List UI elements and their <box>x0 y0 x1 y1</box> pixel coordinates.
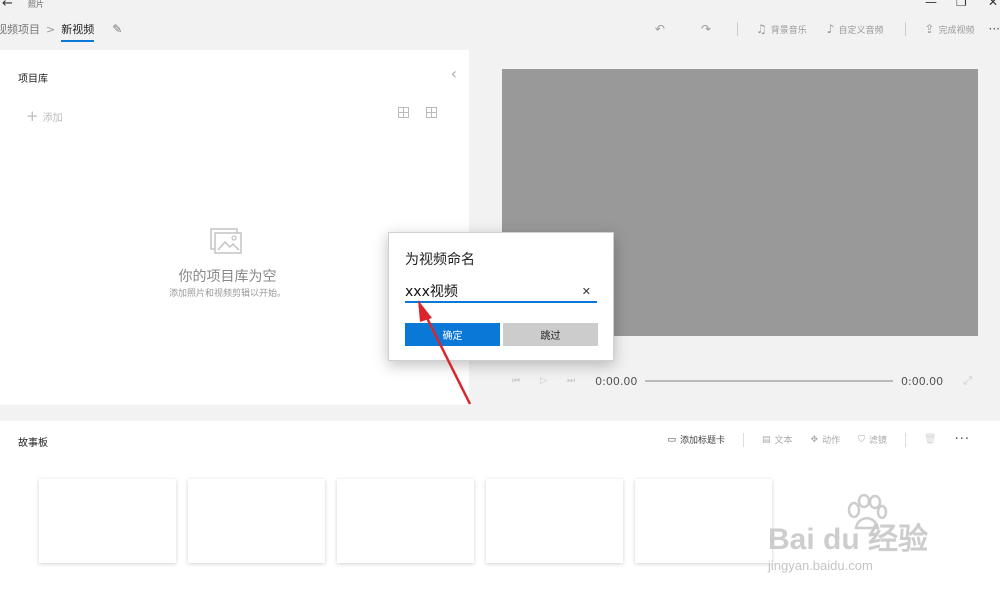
redo-icon: ↷ <box>700 22 711 36</box>
audio-icon: ♪ <box>826 22 835 36</box>
fullscreen-icon[interactable]: ⤢ <box>963 374 972 388</box>
custom-audio-button[interactable]: ♪ 自定义音频 <box>827 22 884 36</box>
toolbar-divider <box>743 432 745 447</box>
title-bar: ← 照片 — ❐ ✕ <box>0 0 1000 14</box>
playback-controls: ⏮ ▷ ⏭ 0:00.00 0:00.00 ⤢ <box>512 372 972 390</box>
storyboard-slot[interactable] <box>337 479 474 563</box>
top-toolbar: ↶ ↷ ♫ 背景音乐 ♪ 自定义音频 ⇪ 完成视频 ··· <box>655 20 1000 38</box>
finish-video-label: 完成视频 <box>938 25 975 36</box>
play-icon[interactable]: ▷ <box>540 376 547 386</box>
confirm-button[interactable]: 确定 <box>405 323 500 346</box>
trash-icon: 🗑 <box>923 434 937 445</box>
storyboard-more-button[interactable]: ··· <box>955 432 970 447</box>
app-title: 照片 <box>28 0 44 9</box>
empty-library-subtitle: 添加照片和视频剪辑以开始。 <box>168 289 286 299</box>
filter-icon: ⛉ <box>858 434 865 445</box>
current-time: 0:00.00 <box>595 374 638 388</box>
share-icon: ⇪ <box>924 22 935 36</box>
clear-icon[interactable]: ✕ <box>582 283 591 301</box>
breadcrumb-video-projects[interactable]: 视频项目 <box>0 21 40 37</box>
pencil-icon[interactable]: ✎ <box>112 22 122 36</box>
title-card-icon: ▭ <box>667 434 676 445</box>
redo-button[interactable]: ↷ <box>701 22 711 36</box>
rename-video-dialog: 为视频命名 xxx视频 ✕ 确定 跳过 <box>388 232 614 361</box>
video-name-input[interactable]: xxx视频 ✕ <box>405 283 597 303</box>
restore-icon[interactable]: ❐ <box>956 0 967 9</box>
text-label: 文本 <box>774 436 793 446</box>
back-icon[interactable]: ← <box>2 0 13 11</box>
delete-button[interactable]: 🗑 <box>924 434 937 445</box>
finish-video-button[interactable]: ⇪ 完成视频 <box>924 22 974 36</box>
add-media-button[interactable]: + 添加 <box>26 107 63 125</box>
custom-audio-label: 自定义音频 <box>838 25 884 36</box>
background-music-button[interactable]: ♫ 背景音乐 <box>756 22 807 36</box>
toolbar-divider <box>737 22 738 36</box>
add-label: 添加 <box>42 112 63 124</box>
total-time: 0:00.00 <box>900 374 944 388</box>
background-music-label: 背景音乐 <box>770 25 807 36</box>
dialog-title: 为视频命名 <box>405 252 475 268</box>
watermark-text: Bai du 经验 <box>768 523 929 556</box>
text-button[interactable]: ▤ 文本 <box>762 433 793 447</box>
motion-button[interactable]: ✥ 动作 <box>810 433 841 447</box>
video-name-value: xxx视频 <box>405 284 458 300</box>
plus-icon: + <box>26 107 39 125</box>
undo-icon: ↶ <box>654 22 665 36</box>
storyboard-title: 故事板 <box>18 438 48 449</box>
skip-button[interactable]: 跳过 <box>503 323 598 346</box>
more-options-button[interactable]: ··· <box>989 22 1000 36</box>
breadcrumb-current[interactable]: 新视频 <box>61 21 95 42</box>
seek-bar[interactable] <box>645 380 893 382</box>
add-title-card-button[interactable]: ▭ 添加标题卡 <box>667 433 726 447</box>
breadcrumb: 视频项目 > 新视频 ✎ <box>0 18 122 42</box>
motion-label: 动作 <box>822 436 841 446</box>
toolbar-divider <box>905 22 907 36</box>
image-placeholder-icon <box>210 228 242 254</box>
library-title: 项目库 <box>18 74 48 85</box>
storyboard-toolbar: ▭ 添加标题卡 ▤ 文本 ✥ 动作 ⛉ 滤镜 🗑 ··· <box>667 432 970 447</box>
next-frame-icon[interactable]: ⏭ <box>567 376 575 386</box>
breadcrumb-separator: > <box>46 22 56 36</box>
motion-icon: ✥ <box>810 434 819 445</box>
close-icon[interactable]: ✕ <box>988 0 998 9</box>
text-icon: ▤ <box>762 434 771 445</box>
music-icon: ♫ <box>756 22 767 36</box>
storyboard-slot[interactable] <box>39 479 176 563</box>
previous-frame-icon[interactable]: ⏮ <box>512 376 520 386</box>
filters-label: 滤镜 <box>868 436 887 446</box>
add-title-card-label: 添加标题卡 <box>680 436 726 446</box>
watermark-url: jingyan.baidu.com <box>768 558 873 573</box>
undo-button[interactable]: ↶ <box>655 22 665 36</box>
empty-library-title: 你的项目库为空 <box>178 269 277 285</box>
large-grid-view-icon[interactable] <box>398 107 409 118</box>
toolbar-divider <box>904 432 906 447</box>
baidu-watermark: Bai du 经验 jingyan.baidu.com <box>768 494 958 580</box>
storyboard-slot[interactable] <box>635 479 772 563</box>
storyboard-slot[interactable] <box>486 479 623 563</box>
collapse-icon[interactable]: ‹ <box>451 64 457 83</box>
storyboard-slot[interactable] <box>188 479 325 563</box>
small-grid-view-icon[interactable] <box>426 107 437 118</box>
minimize-icon[interactable]: — <box>925 0 937 9</box>
filters-button[interactable]: ⛉ 滤镜 <box>858 433 887 447</box>
